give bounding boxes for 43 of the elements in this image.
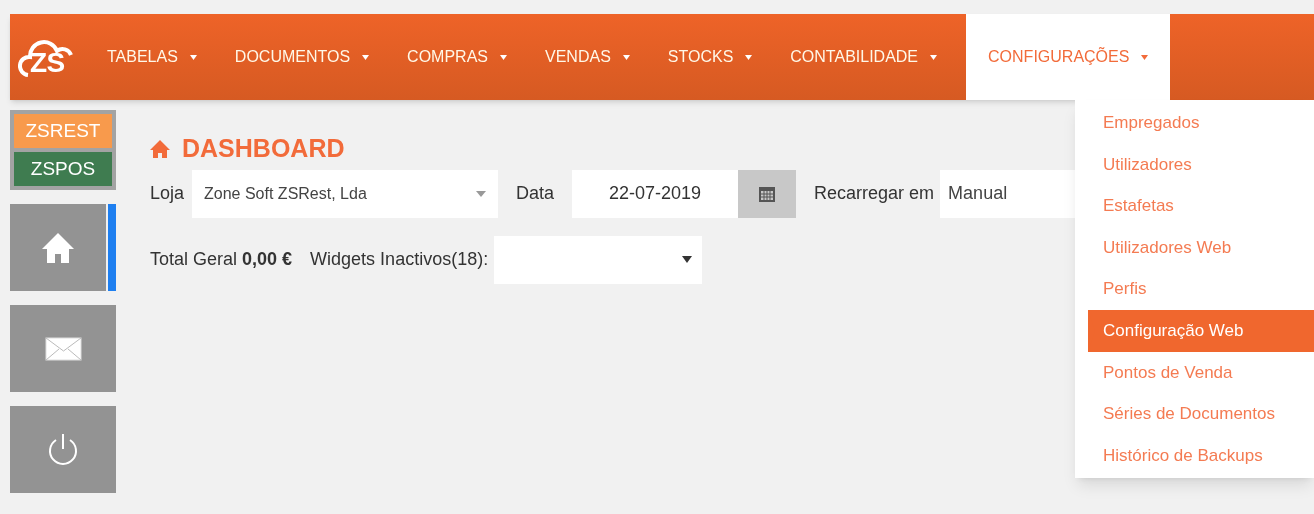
dropdown-item[interactable]: Pontos de Venda xyxy=(1075,351,1314,394)
page-title: DASHBOARD xyxy=(182,133,345,164)
logo-text: ZS xyxy=(30,49,65,77)
logo[interactable]: ZS xyxy=(18,37,86,77)
field-label: Recarregar em xyxy=(814,182,935,205)
caret-icon xyxy=(362,54,370,60)
sidebar-tile[interactable] xyxy=(10,305,116,392)
field-label: Loja xyxy=(150,182,185,205)
envelope-icon xyxy=(44,336,82,361)
caret-icon xyxy=(622,54,630,60)
caret-icon xyxy=(745,54,753,60)
dropdown-item[interactable]: Perfis xyxy=(1075,268,1314,310)
calendar-button[interactable] xyxy=(738,169,797,218)
app-badge[interactable]: ZSREST xyxy=(14,114,112,148)
dropdown-item[interactable]: Configuração Web xyxy=(1088,309,1314,352)
app-badge[interactable]: ZSPOS xyxy=(14,152,112,186)
total-text: Total Geral 0,00 € xyxy=(150,248,293,271)
caret-icon xyxy=(930,54,938,60)
dropdown-item[interactable]: Séries de Documentos xyxy=(1075,393,1314,435)
caret-icon xyxy=(682,256,693,263)
date-field[interactable]: 22-07-2019 xyxy=(572,169,739,218)
home-icon xyxy=(150,139,170,158)
dropdown-item[interactable]: Utilizadores Web xyxy=(1075,226,1314,269)
dropdown-item[interactable]: Histórico de Backups xyxy=(1075,434,1314,477)
nav-menu-item[interactable]: STOCKS xyxy=(648,14,772,100)
sidebar-tile[interactable] xyxy=(10,204,116,291)
caret-icon xyxy=(1141,54,1149,60)
nav-menu-item[interactable]: COMPRAS xyxy=(388,14,526,100)
nav-menu-item[interactable]: CONFIGURAÇÕES xyxy=(966,14,1171,100)
calendar-icon xyxy=(758,184,777,203)
home-icon xyxy=(40,230,76,265)
field-label: Data xyxy=(516,182,555,205)
nav-menu-item[interactable]: VENDAS xyxy=(526,14,649,100)
caret-icon xyxy=(500,54,507,60)
dropdown-item[interactable]: Empregados xyxy=(1075,102,1314,144)
nav-menu-item[interactable]: DOCUMENTOS xyxy=(215,14,389,100)
caret-icon xyxy=(476,190,487,197)
nav-menu-item[interactable]: CONTABILIDADE xyxy=(771,14,957,100)
sidebar-tile[interactable] xyxy=(10,406,116,493)
caret-icon xyxy=(189,54,197,60)
nav-menu-item[interactable]: TABELAS xyxy=(88,14,216,100)
store-select[interactable]: Zone Soft ZSRest, Lda xyxy=(192,169,499,218)
field-label: Widgets Inactivos(18): xyxy=(310,248,489,271)
